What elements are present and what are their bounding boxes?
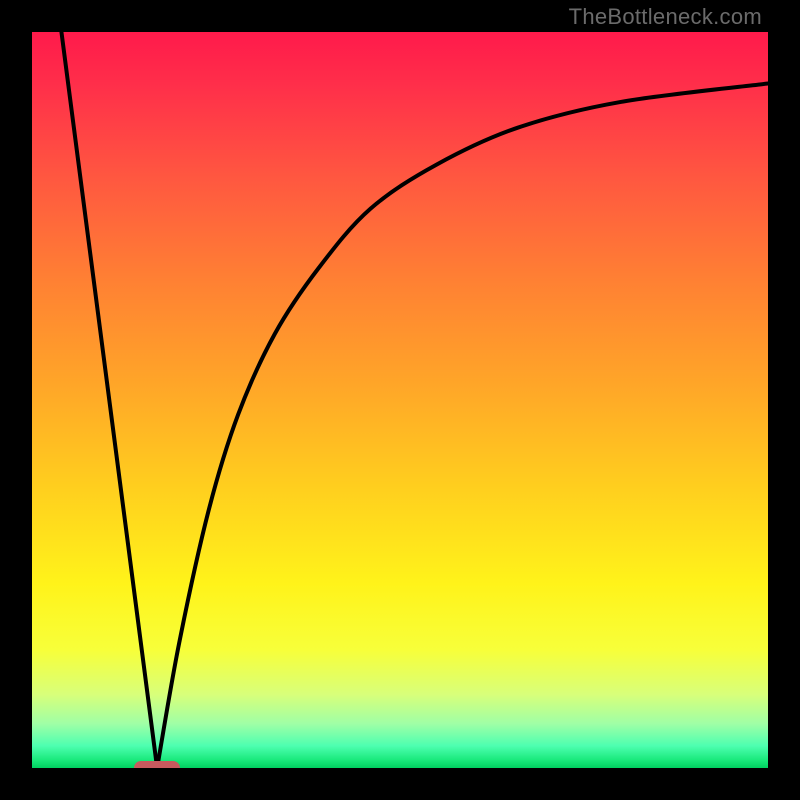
plot-area (32, 32, 768, 768)
bottleneck-curve (32, 32, 768, 768)
optimum-marker (134, 761, 180, 768)
chart-frame: TheBottleneck.com (0, 0, 800, 800)
watermark-text: TheBottleneck.com (569, 4, 762, 30)
